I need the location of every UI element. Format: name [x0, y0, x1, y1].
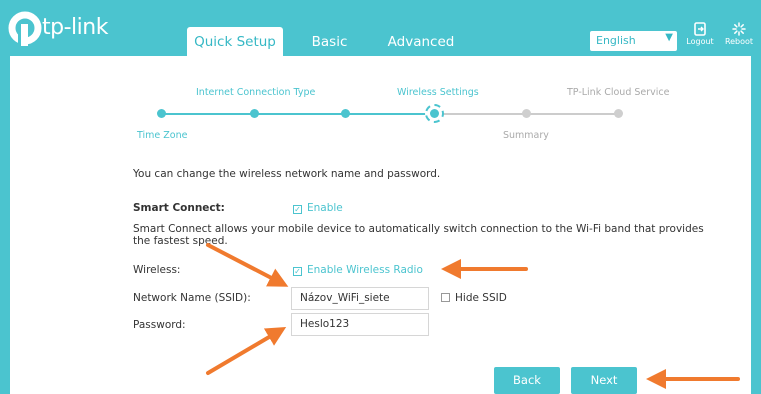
smart-connect-checkbox[interactable]: ✓ Enable — [293, 202, 343, 214]
logo-text: tp-link — [42, 15, 108, 40]
chevron-down-icon: ▼ — [665, 32, 673, 43]
logout-label: Logout — [686, 37, 714, 46]
smart-connect-description-1: Smart Connect allows your mobile device … — [133, 223, 704, 235]
wireless-label: Wireless: — [133, 264, 181, 276]
step-dot-tp-link-cloud-service — [614, 109, 623, 118]
checkbox-checked-icon: ✓ — [293, 205, 302, 214]
step-dot-internet-connection-type — [250, 109, 259, 118]
arrow-to-password — [206, 326, 287, 375]
ssid-label: Network Name (SSID): — [133, 292, 251, 304]
checkbox-checked-icon: ✓ — [293, 267, 302, 276]
step-label-summary: Summary — [503, 130, 549, 141]
step-label-internet-connection-type: Internet Connection Type — [196, 87, 316, 98]
checkbox-empty-icon — [441, 293, 450, 302]
step-label-wireless-settings: Wireless Settings — [397, 87, 479, 98]
step-dot-summary — [522, 109, 531, 118]
hide-ssid-label: Hide SSID — [455, 292, 507, 304]
ssid-input[interactable]: Názov_WiFi_siete — [291, 287, 429, 310]
logout-button[interactable]: Logout — [680, 22, 720, 52]
language-select[interactable]: English ▼ — [590, 31, 677, 51]
reboot-label: Reboot — [724, 37, 754, 46]
right-border — [751, 56, 761, 394]
smart-connect-description-2: the fastest speed. — [133, 235, 228, 247]
progress-track-done — [161, 113, 434, 115]
step-dot-time-zone — [157, 109, 166, 118]
step-label-tp-link-cloud-service: TP-Link Cloud Service — [567, 87, 670, 98]
smart-connect-label: Smart Connect: — [133, 202, 225, 214]
step-dot-wireless-settings — [425, 104, 444, 123]
password-label: Password: — [133, 319, 186, 331]
tab-advanced[interactable]: Advanced — [378, 27, 464, 57]
hide-ssid-checkbox[interactable]: Hide SSID — [441, 292, 507, 304]
tab-quick-setup[interactable]: Quick Setup — [187, 27, 283, 57]
top-header: tp-link Quick Setup Basic Advanced Engli… — [0, 0, 761, 57]
password-input[interactable]: Heslo123 — [291, 313, 429, 336]
wireless-enable-label: Enable Wireless Radio — [307, 264, 423, 276]
back-button[interactable]: Back — [494, 367, 560, 394]
language-selected: English — [596, 34, 636, 47]
tab-basic[interactable]: Basic — [302, 27, 357, 57]
arrow-to-ssid — [206, 243, 289, 287]
step-dot-done — [341, 109, 350, 118]
step-label-time-zone: Time Zone — [137, 130, 188, 141]
intro-text: You can change the wireless network name… — [133, 168, 441, 180]
reboot-button[interactable]: Reboot — [719, 22, 759, 52]
wireless-radio-checkbox[interactable]: ✓ Enable Wireless Radio — [293, 264, 423, 276]
smart-connect-enable-label: Enable — [307, 202, 343, 214]
next-button[interactable]: Next — [571, 367, 637, 394]
reboot-icon — [732, 22, 746, 36]
left-border — [0, 56, 10, 394]
logout-icon — [694, 22, 706, 36]
